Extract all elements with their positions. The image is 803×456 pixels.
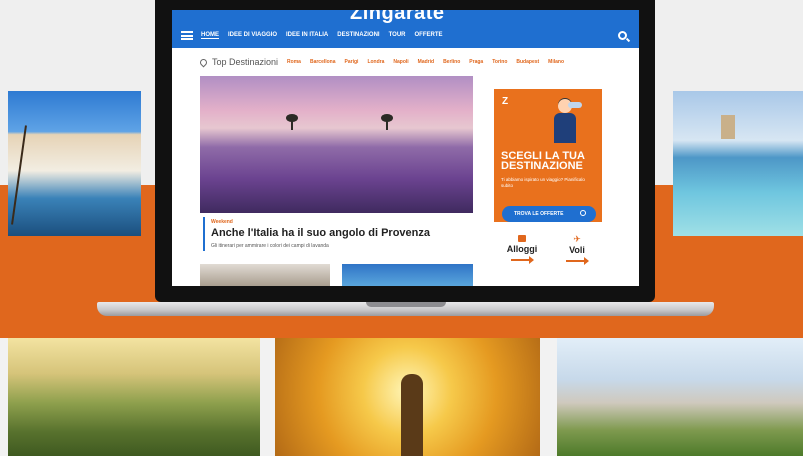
search-icon	[580, 210, 586, 216]
promo-card: Z SCEGLI LA TUA DESTINAZIONE Ti abbiamo …	[494, 89, 602, 222]
arrow-right-icon	[566, 257, 589, 265]
nav-item-destinazioni[interactable]: DESTINAZIONI	[337, 32, 379, 39]
nav-menu: HOME IDEE DI VIAGGIO IDEE IN ITALIA DEST…	[201, 32, 442, 39]
photo-sunset-traveler	[275, 338, 540, 456]
site-logo[interactable]: Zingarate	[350, 10, 445, 25]
promo-title: SCEGLI LA TUA DESTINAZIONE	[501, 150, 585, 172]
tree-silhouette	[286, 114, 298, 130]
destination-link[interactable]: Londra	[367, 59, 384, 65]
plane-icon: ✈	[573, 234, 581, 244]
suitcase-icon	[518, 235, 526, 242]
binoculars-icon	[568, 102, 582, 108]
destination-link[interactable]: Madrid	[418, 59, 434, 65]
photo-coastal-town	[8, 91, 141, 236]
tree-silhouette	[381, 114, 393, 130]
article-title[interactable]: Anche l'Italia ha il suo angolo di Prove…	[211, 227, 430, 239]
body-shape	[554, 113, 576, 143]
photo-trulli-village	[557, 338, 803, 456]
service-voli[interactable]: ✈ Voli	[557, 234, 597, 265]
promo-logo: Z	[502, 96, 509, 107]
traveler-illustration	[548, 98, 582, 145]
service-alloggi[interactable]: Alloggi	[502, 235, 542, 264]
laptop-notch	[366, 302, 446, 307]
service-label: Alloggi	[506, 244, 538, 254]
destination-link[interactable]: Milano	[548, 59, 564, 65]
find-offers-label: TROVA LE OFFERTE	[514, 211, 564, 217]
location-pin-icon	[198, 57, 209, 67]
destination-link[interactable]: Napoli	[393, 59, 408, 65]
promo-text: Ti abbiamo ispirato un viaggio? Pianific…	[501, 177, 585, 188]
destination-link[interactable]: Parigi	[345, 59, 359, 65]
destination-link[interactable]: Budapest	[516, 59, 539, 65]
nav-item-tour[interactable]: TOUR	[389, 32, 406, 39]
article-thumbnail[interactable]	[200, 264, 330, 286]
nav-item-offerte[interactable]: OFFERTE	[414, 32, 442, 39]
destination-link[interactable]: Berlino	[443, 59, 460, 65]
service-label: Voli	[569, 245, 585, 255]
laptop-screen: Zingarate HOME IDEE DI VIAGGIO IDEE IN I…	[172, 10, 639, 286]
menu-icon[interactable]	[181, 31, 193, 40]
top-navigation-bar: Zingarate HOME IDEE DI VIAGGIO IDEE IN I…	[172, 10, 639, 48]
photo-countryside-hills	[8, 338, 260, 456]
nav-item-idee-in-italia[interactable]: IDEE IN ITALIA	[286, 32, 328, 39]
article-accent-bar	[203, 217, 205, 251]
find-offers-button[interactable]: TROVA LE OFFERTE	[502, 206, 596, 222]
arrow-right-icon	[511, 256, 534, 264]
top-destinations-bar: Top Destinazioni Roma Barcellona Parigi …	[198, 57, 568, 67]
destination-link[interactable]: Torino	[492, 59, 507, 65]
top-destinations-title: Top Destinazioni	[212, 57, 279, 67]
article-thumbnail[interactable]	[342, 264, 473, 286]
destination-link[interactable]: Praga	[469, 59, 483, 65]
article-category[interactable]: Weekend	[211, 219, 233, 225]
destination-link[interactable]: Barcellona	[310, 59, 336, 65]
hero-image-lavender[interactable]	[200, 76, 473, 213]
nav-item-idee-di-viaggio[interactable]: IDEE DI VIAGGIO	[228, 32, 277, 39]
article-subtitle: Gli itinerari per ammirare i colori dei …	[211, 243, 329, 249]
photo-sea-tower	[673, 91, 803, 236]
search-icon[interactable]	[618, 31, 627, 40]
destination-link[interactable]: Roma	[287, 59, 301, 65]
nav-item-home[interactable]: HOME	[201, 32, 219, 39]
